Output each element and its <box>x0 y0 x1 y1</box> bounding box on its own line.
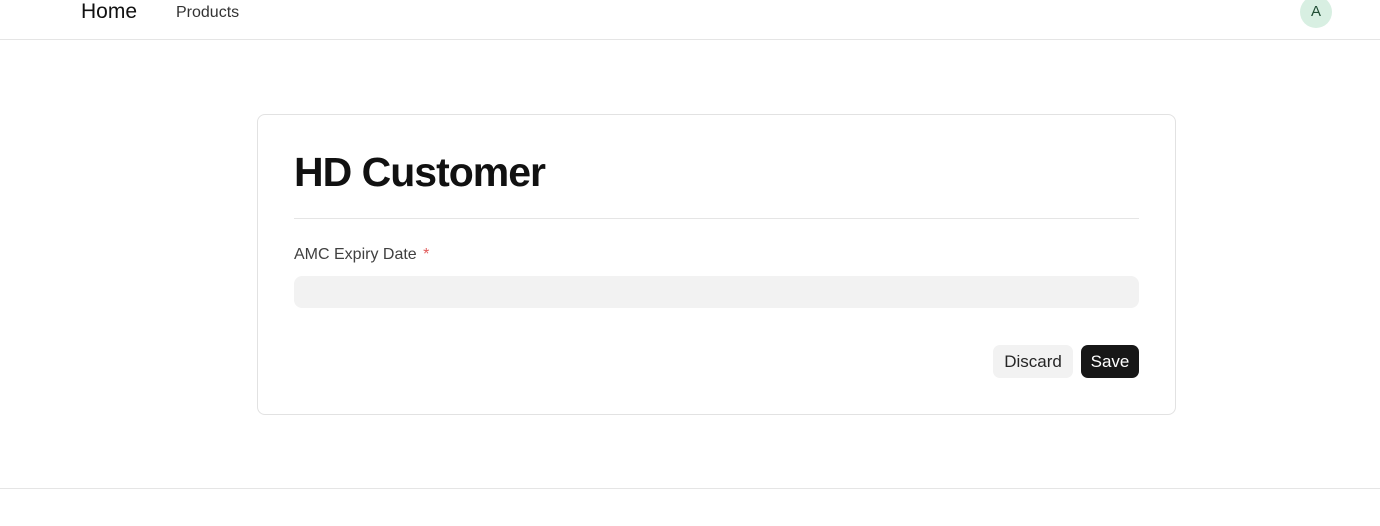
amc-expiry-date-input[interactable] <box>294 276 1139 308</box>
page-title: HD Customer <box>294 149 546 195</box>
nav-products-link[interactable]: Products <box>176 3 239 23</box>
top-navbar: Home Products A <box>0 0 1380 40</box>
save-button[interactable]: Save <box>1081 345 1139 378</box>
discard-button[interactable]: Discard <box>993 345 1073 378</box>
nav-home-link[interactable]: Home <box>81 0 137 24</box>
title-divider <box>294 218 1139 219</box>
footer-divider <box>0 488 1380 489</box>
field-label-text: AMC Expiry Date <box>294 246 417 263</box>
form-card: HD Customer AMC Expiry Date * Discard Sa… <box>257 114 1176 415</box>
avatar[interactable]: A <box>1300 0 1332 28</box>
required-asterisk: * <box>423 246 430 263</box>
amc-expiry-date-label: AMC Expiry Date * <box>294 245 429 265</box>
